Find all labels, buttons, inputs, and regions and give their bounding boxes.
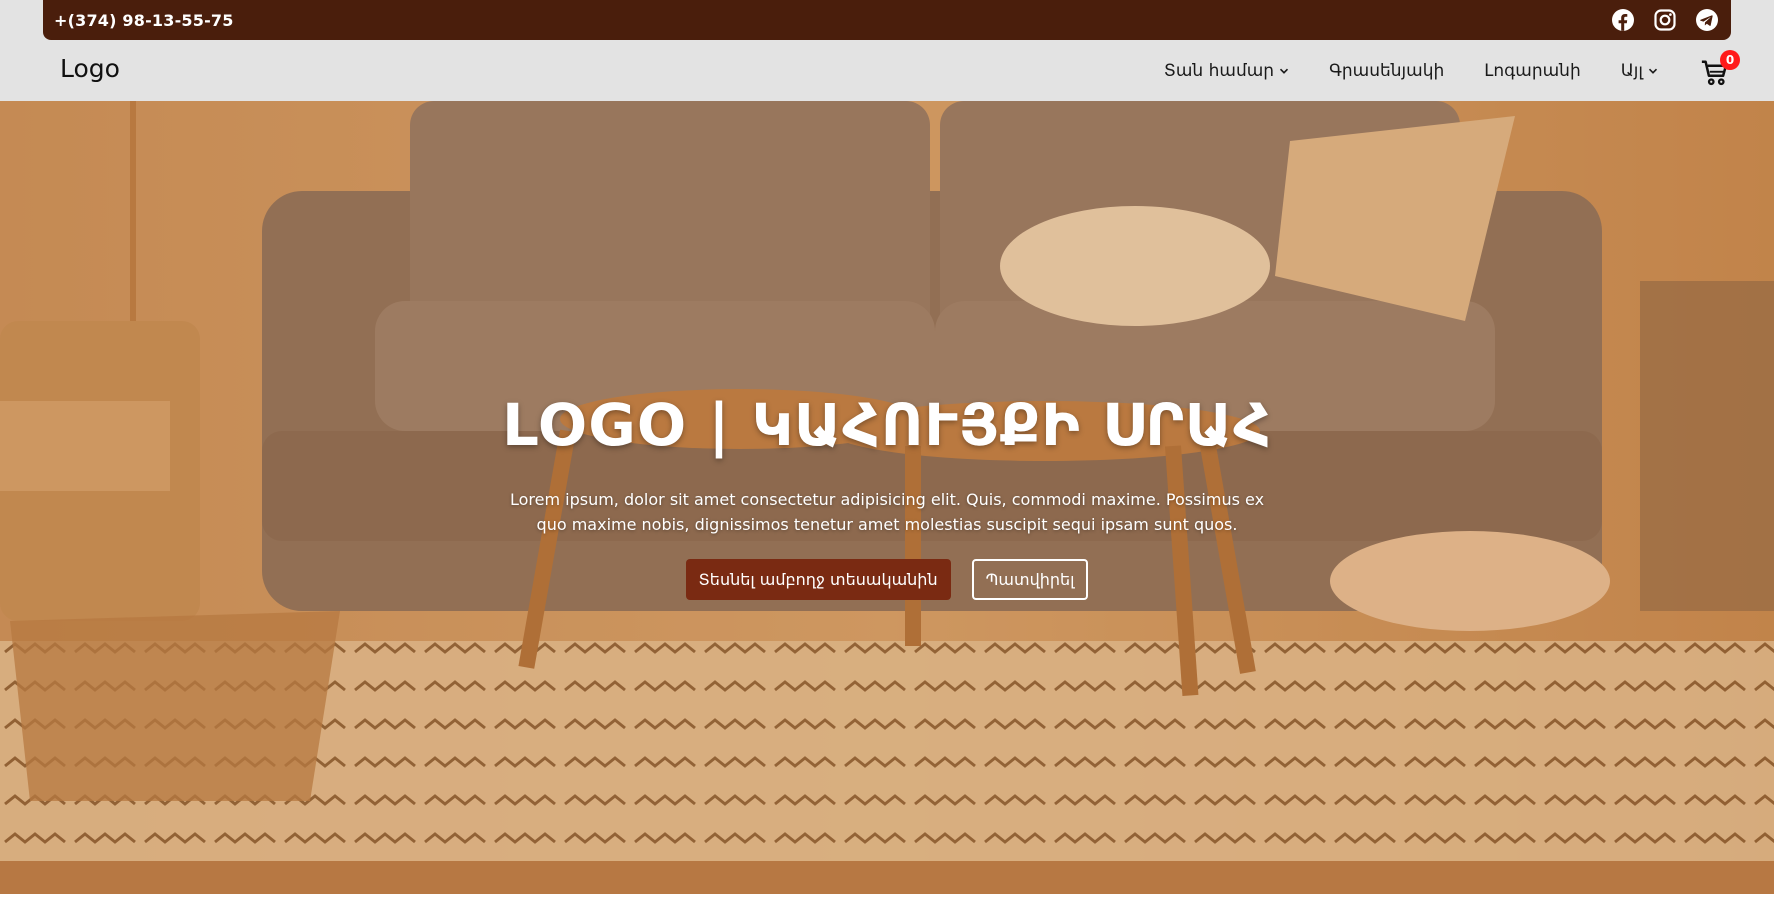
nav-item-bathroom[interactable]: Լոգարանի [1464, 40, 1600, 101]
order-button[interactable]: Պատվիրել [971, 559, 1089, 600]
facebook-icon[interactable] [1611, 8, 1635, 32]
header: +(374) 98-13-55-75 Logo Տան համար Գրասեն… [0, 0, 1774, 101]
nav-item-label: Լոգարանի [1484, 60, 1581, 81]
contact-bar: +(374) 98-13-55-75 [43, 0, 1731, 40]
cart-count-badge: 0 [1720, 50, 1740, 70]
hero-title: LOGO | ԿԱՀՈՒՅՔԻ ՍՐԱՀ [502, 391, 1272, 459]
instagram-icon[interactable] [1653, 8, 1677, 32]
nav-item-office[interactable]: Գրասենյակի [1309, 40, 1464, 101]
phone-number[interactable]: +(374) 98-13-55-75 [54, 11, 234, 30]
site-logo[interactable]: Logo [60, 54, 120, 83]
hero-description: Lorem ipsum, dolor sit amet consectetur … [509, 490, 1265, 534]
nav-item-label: Տան համար [1163, 60, 1275, 81]
page: +(374) 98-13-55-75 Logo Տան համար Գրասեն… [0, 0, 1774, 923]
nav-item-other-dropdown[interactable]: Այլ [1601, 40, 1678, 101]
nav-menu: Տան համար Գրասենյակի Լոգարանի Այլ [1144, 40, 1678, 101]
nav-item-home-dropdown[interactable]: Տան համար [1144, 40, 1309, 101]
nav-item-label: Գրասենյակի [1329, 60, 1445, 81]
hero-buttons: Տեսնել ամբողջ տեսականին Պատվիրել [0, 559, 1774, 600]
hero-banner: LOGO | ԿԱՀՈՒՅՔԻ ՍՐԱՀ Lorem ipsum, dolor … [0, 101, 1774, 894]
cart-button[interactable]: 0 [1700, 50, 1740, 88]
telegram-icon[interactable] [1695, 8, 1719, 32]
nav-item-label: Այլ [1620, 60, 1643, 81]
view-catalog-button[interactable]: Տեսնել ամբողջ տեսականին [685, 559, 951, 600]
chevron-down-icon [1648, 68, 1658, 74]
hero-content: LOGO | ԿԱՀՈՒՅՔԻ ՍՐԱՀ Lorem ipsum, dolor … [0, 391, 1774, 600]
chevron-down-icon [1279, 68, 1289, 74]
main-nav: Logo Տան համար Գրասենյակի Լոգարանի Այլ 0 [0, 40, 1774, 101]
social-links [1611, 8, 1719, 32]
